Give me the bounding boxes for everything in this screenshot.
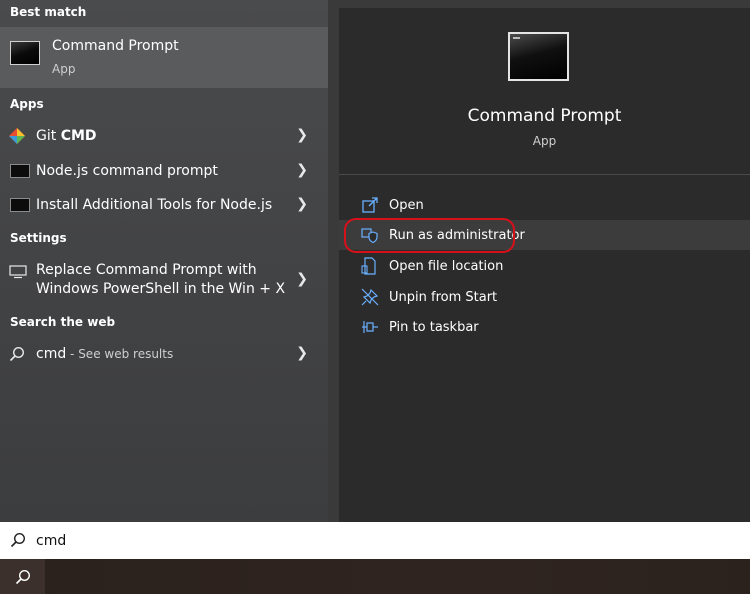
- open-icon: [362, 197, 378, 213]
- git-icon: [9, 128, 25, 144]
- best-match-title: Command Prompt: [52, 38, 179, 54]
- best-match-header: Best match: [10, 5, 87, 19]
- best-match-command-prompt[interactable]: Command Prompt App: [0, 27, 328, 88]
- chevron-right-icon[interactable]: ❯: [296, 127, 308, 143]
- chevron-right-icon[interactable]: ❯: [296, 271, 308, 287]
- details-title: Command Prompt: [467, 106, 622, 126]
- command-prompt-large-icon: [508, 32, 569, 81]
- action-label: Unpin from Start: [389, 289, 498, 305]
- chevron-right-icon[interactable]: ❯: [296, 162, 308, 178]
- best-match-subtitle: App: [52, 62, 76, 76]
- search-bar: [0, 522, 750, 559]
- search-input[interactable]: [36, 528, 736, 553]
- action-label: Run as administrator: [389, 227, 525, 243]
- file-icon: [361, 257, 376, 275]
- action-pin-to-taskbar[interactable]: Pin to taskbar: [339, 312, 750, 342]
- command-prompt-icon: [10, 41, 40, 65]
- action-label: Open file location: [389, 258, 504, 274]
- console-icon: [10, 198, 30, 212]
- settings-item-line1: Replace Command Prompt with: [36, 262, 257, 278]
- web-search-item[interactable]: cmd - See web results ❯: [0, 340, 328, 368]
- unpin-icon: [361, 288, 379, 306]
- settings-monitor-icon: [9, 265, 27, 279]
- chevron-right-icon[interactable]: ❯: [296, 196, 308, 212]
- settings-item-replace-powershell[interactable]: Replace Command Prompt with Windows Powe…: [0, 257, 328, 301]
- settings-item-line2: Windows PowerShell in the Win + X: [36, 281, 286, 297]
- shield-icon: [361, 228, 378, 244]
- apps-header: Apps: [10, 97, 44, 111]
- action-open[interactable]: Open: [339, 190, 750, 220]
- action-open-file-location[interactable]: Open file location: [339, 251, 750, 281]
- app-item-label: Node.js command prompt: [36, 163, 218, 179]
- taskbar: [0, 559, 750, 594]
- chevron-right-icon[interactable]: ❯: [296, 345, 308, 361]
- results-panel: Best match Command Prompt App Apps Git C…: [0, 0, 328, 522]
- action-unpin-from-start[interactable]: Unpin from Start: [339, 282, 750, 312]
- app-item-label: Install Additional Tools for Node.js: [36, 197, 273, 213]
- search-icon: [10, 532, 26, 548]
- action-label: Open: [389, 197, 424, 213]
- action-run-as-administrator[interactable]: Run as administrator: [339, 220, 750, 250]
- app-item-nodejs-prompt[interactable]: Node.js command prompt ❯: [0, 157, 328, 185]
- divider: [339, 174, 750, 175]
- details-subtitle: App: [532, 134, 557, 148]
- taskbar-search-button[interactable]: [0, 559, 45, 594]
- search-web-header: Search the web: [10, 315, 116, 329]
- app-item-label: Git CMD: [36, 128, 97, 144]
- pin-icon: [362, 321, 378, 333]
- search-icon: [15, 569, 30, 584]
- search-icon: [9, 346, 25, 362]
- app-item-git-cmd[interactable]: Git CMD ❯: [0, 122, 328, 150]
- details-panel: Command Prompt App Open Run as administr…: [339, 8, 750, 522]
- action-label: Pin to taskbar: [389, 319, 479, 335]
- app-item-nodejs-tools[interactable]: Install Additional Tools for Node.js ❯: [0, 191, 328, 219]
- web-search-label: cmd - See web results: [36, 346, 174, 362]
- settings-header: Settings: [10, 231, 67, 245]
- console-icon: [10, 164, 30, 178]
